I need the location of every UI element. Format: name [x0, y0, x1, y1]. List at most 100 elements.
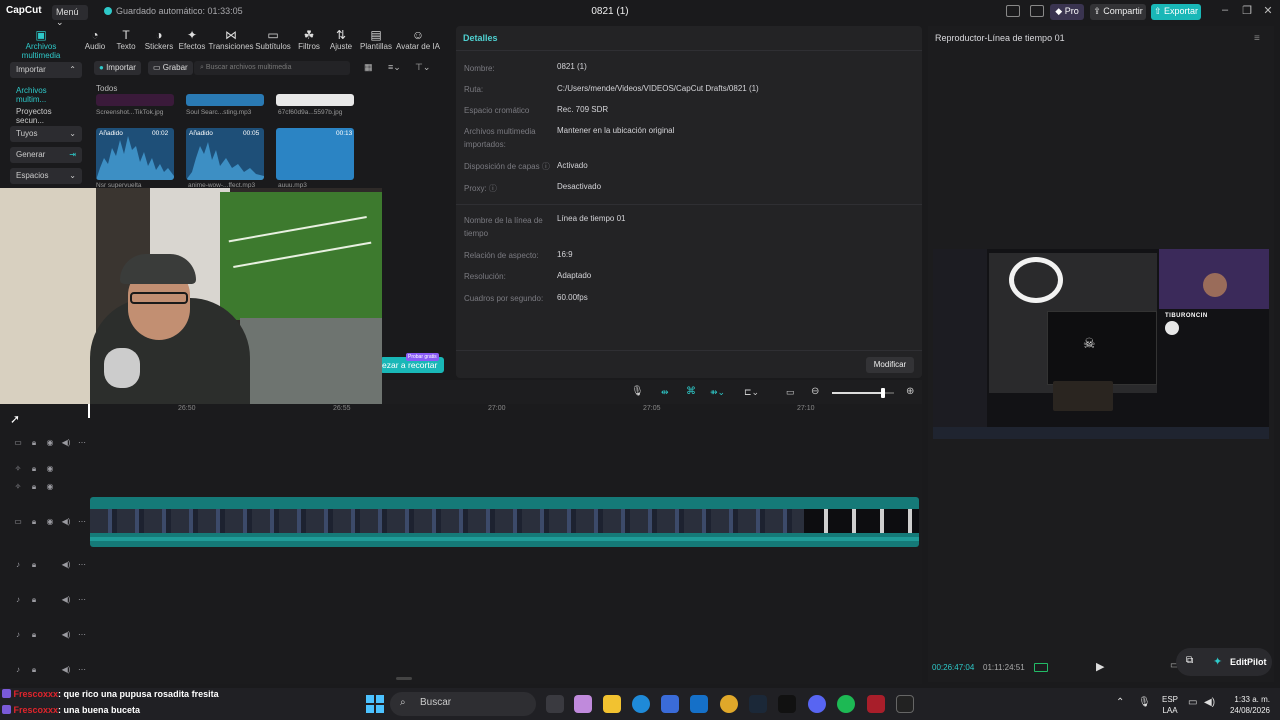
- task-view-icon[interactable]: [546, 695, 564, 713]
- webcam-bed: [240, 318, 382, 404]
- file-explorer-icon[interactable]: [603, 695, 621, 713]
- zoom-slider-handle[interactable]: [880, 388, 885, 398]
- store-icon[interactable]: [661, 695, 679, 713]
- speaker-icon[interactable]: ◀): [58, 630, 74, 639]
- capcut-taskbar-icon[interactable]: [778, 695, 796, 713]
- sidebar-item-spaces[interactable]: Espacios ⌄: [10, 168, 82, 184]
- eye-icon[interactable]: ◉: [42, 482, 58, 491]
- more-icon[interactable]: ⋯: [74, 595, 90, 604]
- media-thumb[interactable]: [276, 94, 354, 106]
- detail-key: Nombre de la línea de tiempo: [464, 216, 543, 238]
- tray-chevron-icon[interactable]: ⌃: [1116, 697, 1124, 708]
- volume-icon[interactable]: ◀): [1204, 697, 1215, 708]
- sort-icon[interactable]: ≡⌄: [388, 62, 401, 73]
- pro-button[interactable]: ◆ Pro: [1050, 4, 1084, 20]
- discord-icon[interactable]: [808, 695, 826, 713]
- layout-icon[interactable]: [1006, 5, 1020, 17]
- import-button[interactable]: ● Importar: [94, 61, 141, 75]
- zoom-out-icon[interactable]: ⊖: [811, 386, 819, 397]
- sidebar-item-generate[interactable]: Generar ⇥: [10, 147, 82, 163]
- eye-icon[interactable]: ◉: [42, 464, 58, 473]
- share-button[interactable]: ⇪ Compartir: [1090, 4, 1146, 20]
- play-icon[interactable]: ▶: [1096, 660, 1104, 673]
- export-button[interactable]: ⇧ Exportar: [1151, 4, 1201, 20]
- tool-ai-avatar[interactable]: ☺ Avatar de IA: [393, 28, 443, 51]
- editpilot-button[interactable]: ⧉ ✦ EditPilot: [1176, 648, 1272, 676]
- skull-icon: ☠: [1083, 335, 1096, 351]
- video-preview[interactable]: ☠ TIBURONCIN: [933, 249, 1269, 439]
- chevron-down-icon: ⌄: [69, 129, 76, 138]
- media-thumb[interactable]: [186, 94, 264, 106]
- mic-tray-icon[interactable]: 🎙: [1138, 697, 1151, 708]
- eye-icon[interactable]: ◉: [42, 517, 58, 526]
- copilot-icon[interactable]: [574, 695, 592, 713]
- more-icon[interactable]: ⋯: [74, 438, 90, 447]
- speaker-icon[interactable]: ◀): [58, 438, 74, 447]
- divider: [456, 204, 922, 205]
- modify-button[interactable]: Modificar: [866, 357, 914, 373]
- magnet-icon[interactable]: ⌘: [686, 386, 696, 397]
- sidebar-item-subprojects[interactable]: Proyectos secun...: [10, 104, 82, 125]
- more-icon[interactable]: ⋯: [74, 630, 90, 639]
- detail-value: 60.00fps: [557, 293, 588, 302]
- lock-icon[interactable]: 🔒︎: [26, 464, 42, 474]
- maximize-icon[interactable]: ❐: [1238, 4, 1256, 20]
- close-icon[interactable]: ✕: [1259, 4, 1277, 20]
- waveform-icon[interactable]: [1034, 663, 1048, 672]
- speaker-icon[interactable]: ◀): [58, 560, 74, 569]
- clock[interactable]: 1:33 a. m. 24/08/2026: [1226, 694, 1270, 716]
- media-thumb[interactable]: [96, 94, 174, 106]
- lock-icon[interactable]: 🔒︎: [26, 595, 42, 605]
- speaker-icon[interactable]: ◀): [58, 517, 74, 526]
- stream-overlay-name: TIBURONCIN: [1165, 313, 1208, 319]
- record-button[interactable]: ▭ Grabar: [148, 61, 193, 75]
- menu-icon[interactable]: ≡: [1254, 33, 1260, 44]
- more-icon[interactable]: ⋯: [74, 665, 90, 674]
- edge-icon[interactable]: [632, 695, 650, 713]
- sidebar-item-media[interactable]: Archivos multim...: [10, 83, 82, 104]
- minimize-icon[interactable]: –: [1216, 4, 1234, 20]
- preview-light: [1165, 321, 1179, 335]
- outlook-icon[interactable]: [690, 695, 708, 713]
- speaker-icon[interactable]: ◀): [58, 595, 74, 604]
- timeline-scrollbar[interactable]: [396, 677, 412, 680]
- lock-icon[interactable]: 🔒︎: [26, 665, 42, 675]
- eye-icon[interactable]: ◉: [42, 438, 58, 447]
- lock-icon[interactable]: 🔒︎: [26, 630, 42, 640]
- link-icon[interactable]: ⇹: [661, 387, 669, 398]
- language-indicator[interactable]: ESP LAA: [1162, 694, 1178, 716]
- sidebar-item-yours[interactable]: Tuyos ⌄: [10, 126, 82, 142]
- chrome-icon[interactable]: [720, 695, 738, 713]
- speaker-icon[interactable]: ◀): [58, 665, 74, 674]
- filter-funnel-icon[interactable]: ⊤⌄: [415, 62, 430, 73]
- network-icon[interactable]: ▭: [1188, 697, 1197, 708]
- split-link-icon[interactable]: ⇻⌄: [710, 387, 725, 398]
- lock-icon[interactable]: 🔒︎: [26, 517, 42, 527]
- menu-button[interactable]: Menú ⌄: [52, 5, 88, 27]
- detail-key: Espacio cromático: [464, 106, 530, 115]
- preview-axis-icon[interactable]: ⊏⌄: [744, 387, 759, 398]
- steam-icon[interactable]: [749, 695, 767, 713]
- caption-icon[interactable]: ▭: [786, 387, 795, 398]
- title-bar: CapCut Menú ⌄ Guardado automático: 01:33…: [0, 0, 1280, 27]
- playhead[interactable]: [88, 404, 90, 418]
- more-icon[interactable]: ⋯: [74, 517, 90, 526]
- microphone-icon[interactable]: 🎙: [631, 386, 644, 397]
- game-app-icon[interactable]: [867, 695, 885, 713]
- lock-icon[interactable]: 🔒︎: [26, 560, 42, 570]
- spotify-icon[interactable]: [837, 695, 855, 713]
- track-controls: ♪ 🔒︎ ◀) ⋯: [10, 665, 90, 675]
- windows-start-icon[interactable]: [366, 695, 384, 713]
- lock-icon[interactable]: 🔒︎: [26, 482, 42, 492]
- shortcut-icon[interactable]: [1030, 5, 1044, 17]
- capcut-active-icon[interactable]: [896, 695, 914, 713]
- tool-media[interactable]: ▣ Archivos multimedia: [6, 28, 76, 60]
- taskbar-search[interactable]: ⌕ Buscar: [390, 692, 536, 716]
- grid-view-icon[interactable]: ▦: [364, 62, 373, 73]
- more-icon[interactable]: ⋯: [74, 560, 90, 569]
- lock-icon[interactable]: 🔒︎: [26, 438, 42, 448]
- sidebar-item-import[interactable]: Importar ⌃: [10, 62, 82, 78]
- zoom-in-icon[interactable]: ⊕: [906, 386, 914, 397]
- main-video-clip[interactable]: [90, 497, 919, 547]
- media-search-input[interactable]: ⌕ Buscar archivos multimedia: [194, 61, 350, 75]
